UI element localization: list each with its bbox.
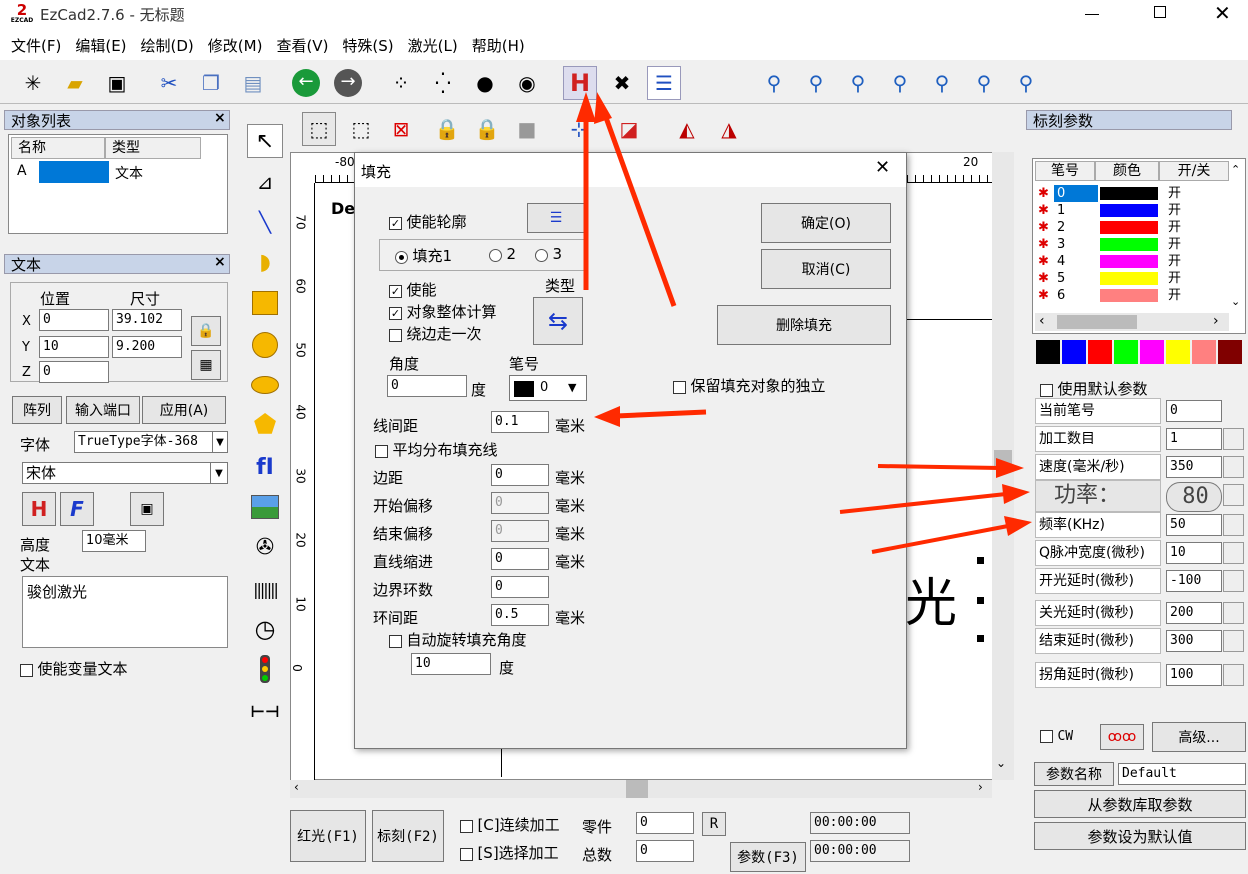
annotation-arrowhead: [576, 92, 596, 122]
annotation-arrow: [871, 524, 1009, 554]
annotation-arrowhead: [996, 458, 1024, 478]
annotation-arrowhead: [1002, 484, 1030, 504]
annotation-arrow: [839, 492, 1007, 514]
annotation-arrowhead: [1004, 516, 1032, 536]
annotation-arrow: [877, 464, 1001, 470]
annotation-arrow: [615, 409, 707, 419]
annotation-arrow: [601, 111, 677, 307]
annotation-arrows: [576, 92, 1032, 554]
annotation-arrowhead: [594, 92, 612, 124]
annotation-arrowhead: [594, 406, 620, 427]
